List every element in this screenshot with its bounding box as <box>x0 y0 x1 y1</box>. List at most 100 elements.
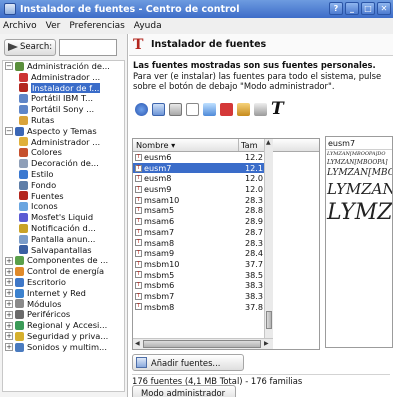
font-row[interactable]: Tmsbm10 37.7 <box>133 259 264 270</box>
expand-icon[interactable]: + <box>5 256 13 265</box>
maximize-button[interactable]: □ <box>361 2 375 15</box>
tree-item[interactable]: Fondo <box>3 180 124 191</box>
list-view-icon[interactable] <box>152 102 165 116</box>
expand-icon[interactable]: + <box>5 310 13 319</box>
expand-icon[interactable]: + <box>5 299 13 308</box>
properties-icon[interactable] <box>186 102 199 116</box>
expand-icon[interactable]: + <box>5 343 13 352</box>
tree-item[interactable]: + Escritorio <box>3 277 124 288</box>
vertical-scrollbar[interactable]: ▲ <box>264 139 273 338</box>
close-button[interactable]: ✕ <box>377 2 391 15</box>
font-row[interactable]: Tmsam5 28.8 <box>133 205 264 216</box>
font-row-name: Tmsam10 <box>133 195 239 206</box>
expand-icon[interactable]: + <box>5 321 13 330</box>
font-row[interactable]: Tmsam8 28.3 <box>133 238 264 249</box>
tree-item[interactable]: + Sonidos y multim... <box>3 342 124 353</box>
window-titlebar[interactable]: Instalador de fuentes - Centro de contro… <box>0 0 393 18</box>
font-row[interactable]: Tmsam9 28.4 <box>133 248 264 259</box>
expand-icon[interactable]: + <box>5 289 13 298</box>
tree-item[interactable]: Portátil IBM T... <box>3 93 124 104</box>
menu-preferencias[interactable]: Preferencias <box>69 21 124 31</box>
font-row[interactable]: Tmsbm8 37.8 <box>133 302 264 313</box>
font-row[interactable]: Teusm8 12.0 <box>133 173 264 184</box>
tree-item[interactable]: Portátil Sony ... <box>3 104 124 115</box>
expand-icon[interactable]: + <box>5 332 13 341</box>
column-name[interactable]: Nombre ▾ <box>133 139 239 151</box>
tree-item[interactable]: + Control de energía <box>3 266 124 277</box>
module-icon <box>19 245 28 255</box>
tree-item[interactable]: Decoración de... <box>3 158 124 169</box>
module-icon <box>19 180 28 190</box>
tree-item[interactable]: Instalador de f... <box>3 82 124 94</box>
delete-icon[interactable] <box>220 102 233 116</box>
font-file-icon: T <box>135 271 142 279</box>
tree-item[interactable]: Administrador ... <box>3 137 124 148</box>
tree-item[interactable]: Estilo <box>3 169 124 180</box>
menu-archivo[interactable]: Archivo <box>3 21 37 31</box>
font-name: msbm10 <box>144 258 180 269</box>
add-fonts-icon <box>136 357 147 368</box>
module-icon <box>19 105 28 115</box>
module-tree[interactable]: − Administración de... Administrador ... In… <box>2 60 125 392</box>
tree-item[interactable]: − Administración de... <box>3 61 124 72</box>
font-row[interactable]: Tmsbm6 38.3 <box>133 280 264 291</box>
tree-item[interactable]: Rutas <box>3 115 124 126</box>
font-row[interactable]: Tmsbm5 38.5 <box>133 270 264 281</box>
back-icon[interactable] <box>135 102 148 116</box>
tree-item[interactable]: Colores <box>3 147 124 158</box>
module-icon <box>15 310 24 320</box>
menu-ver[interactable]: Ver <box>46 21 61 31</box>
add-fonts-button[interactable]: Añadir fuentes... <box>132 354 244 371</box>
tree-item-label: Portátil IBM T... <box>31 93 93 104</box>
icon-view-icon[interactable] <box>169 102 182 116</box>
font-row[interactable]: Teusm9 12.0 <box>133 184 264 195</box>
font-name: msam9 <box>144 248 175 259</box>
font-row[interactable]: Tmsam10 28.3 <box>133 195 264 206</box>
expand-icon[interactable]: + <box>5 267 13 276</box>
tree-item-label: Notificación d... <box>31 222 96 233</box>
menu-ayuda[interactable]: Ayuda <box>134 21 162 31</box>
preview-font-icon[interactable]: T <box>271 100 284 117</box>
horizontal-scroll-thumb[interactable] <box>143 340 261 348</box>
module-icon <box>15 256 24 266</box>
tree-item[interactable]: + Internet y Red <box>3 288 124 299</box>
search-button[interactable]: Search: <box>4 38 57 56</box>
vertical-scroll-thumb[interactable] <box>266 311 272 329</box>
collapse-icon[interactable]: − <box>5 127 13 136</box>
horizontal-scrollbar[interactable]: ◀ ▶ <box>133 338 273 349</box>
enable-icon[interactable] <box>237 102 250 116</box>
column-size[interactable]: Tam <box>239 139 264 151</box>
collapse-icon[interactable]: − <box>5 62 13 71</box>
tree-item[interactable]: Mosfet's Liquid <box>3 212 124 223</box>
minimize-button[interactable]: _ <box>345 2 359 15</box>
font-row[interactable]: Teusm6 12.2 <box>133 152 264 163</box>
font-row[interactable]: Tmsam7 28.7 <box>133 227 264 238</box>
tree-item[interactable]: Pantalla anun... <box>3 234 124 245</box>
module-icon <box>19 213 28 223</box>
tree-item[interactable]: Notificación d... <box>3 223 124 234</box>
tree-item[interactable]: Fuentes <box>3 191 124 202</box>
tree-item-label: Fondo <box>31 179 57 190</box>
print-icon[interactable] <box>254 102 267 116</box>
font-row[interactable]: Tmsam6 28.9 <box>133 216 264 227</box>
tree-item[interactable]: Salvapantallas <box>3 245 124 256</box>
font-row[interactable]: Tmsbm7 38.3 <box>133 291 264 302</box>
install-icon[interactable] <box>203 102 216 116</box>
tree-item[interactable]: + Periféricos <box>3 309 124 320</box>
tree-item[interactable]: + Componentes de ... <box>3 255 124 266</box>
clear-search-icon <box>8 43 18 51</box>
tree-item[interactable]: + Regional y Accesi... <box>3 320 124 331</box>
tree-item[interactable]: + Seguridad y priva... <box>3 331 124 342</box>
font-row[interactable]: Teusm7 12.1 <box>133 162 264 174</box>
search-input[interactable] <box>59 38 118 56</box>
font-toolbar: T <box>129 98 393 120</box>
tree-item[interactable]: Administrador ... <box>3 72 124 83</box>
admin-mode-button[interactable]: Modo administrador <box>132 385 236 397</box>
tree-item[interactable]: Iconos <box>3 201 124 212</box>
help-button[interactable]: ? <box>329 2 343 15</box>
tree-item-label: Colores <box>31 147 62 158</box>
tree-item[interactable]: + Módulos <box>3 299 124 310</box>
tree-item[interactable]: − Aspecto y Temas <box>3 126 124 137</box>
column-name-label: Nombre <box>136 140 169 150</box>
expand-icon[interactable]: + <box>5 278 13 287</box>
